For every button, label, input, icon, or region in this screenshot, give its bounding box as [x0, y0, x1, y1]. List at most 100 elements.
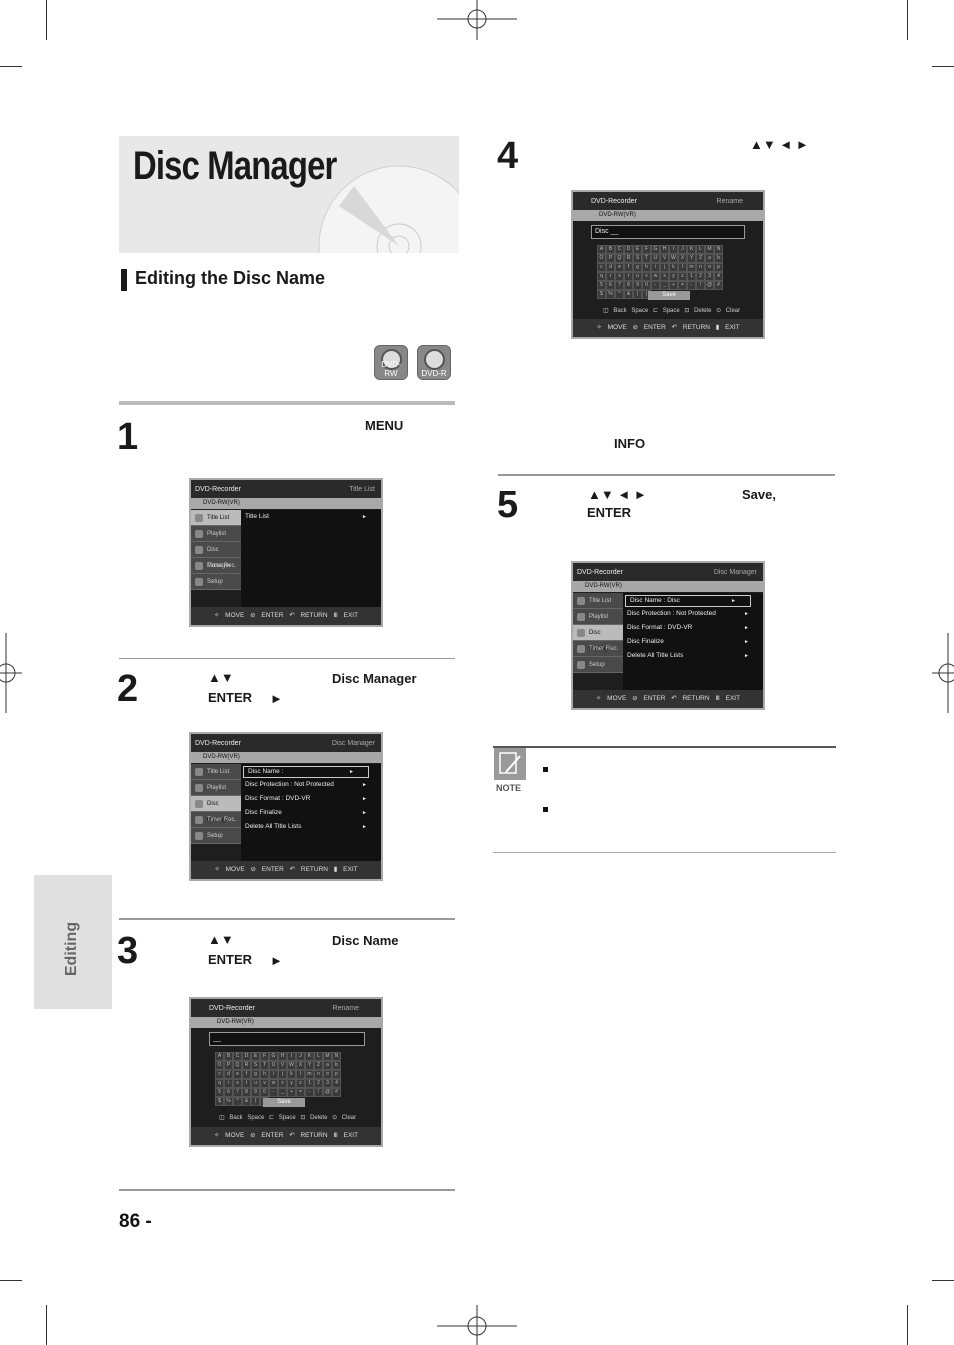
keyboard-key[interactable]: +: [669, 281, 678, 290]
keyboard-key[interactable]: i: [651, 263, 660, 272]
keyboard-key[interactable]: O: [597, 254, 606, 263]
keyboard-key[interactable]: v: [642, 272, 651, 281]
keyboard-key[interactable]: r: [606, 272, 615, 281]
keyboard-key[interactable]: X: [296, 1061, 305, 1070]
keyboard-key[interactable]: M: [323, 1052, 332, 1061]
keyboard-key[interactable]: 0: [260, 1088, 269, 1097]
keyboard-key[interactable]: w: [269, 1079, 278, 1088]
keyboard-key[interactable]: u: [633, 272, 642, 281]
keyboard-key[interactable]: g: [633, 263, 642, 272]
keyboard-key[interactable]: 1: [305, 1079, 314, 1088]
keyboard-key[interactable]: N: [332, 1052, 341, 1061]
keyboard-key[interactable]: G: [269, 1052, 278, 1061]
keyboard-key[interactable]: J: [678, 245, 687, 254]
keyboard-key[interactable]: W: [669, 254, 678, 263]
keyboard-key[interactable]: x: [278, 1079, 287, 1088]
keyboard-key[interactable]: k: [669, 263, 678, 272]
keyboard-key[interactable]: B: [606, 245, 615, 254]
keyboard-key[interactable]: j: [278, 1070, 287, 1079]
keyboard-key[interactable]: e: [233, 1070, 242, 1079]
keyboard-key[interactable]: 8: [624, 281, 633, 290]
keyboard-key[interactable]: E: [633, 245, 642, 254]
keyboard-key[interactable]: 4: [714, 272, 723, 281]
keyboard-key[interactable]: I: [669, 245, 678, 254]
keyboard-key[interactable]: +: [287, 1088, 296, 1097]
keyboard-key[interactable]: $: [215, 1097, 224, 1106]
keyboard-key[interactable]: U: [651, 254, 660, 263]
keyboard-key[interactable]: I: [287, 1052, 296, 1061]
keyboard-key[interactable]: V: [660, 254, 669, 263]
keyboard-key[interactable]: p: [332, 1070, 341, 1079]
keyboard-key[interactable]: (: [251, 1097, 260, 1106]
keyboard-key[interactable]: o: [705, 263, 714, 272]
keyboard-key[interactable]: m: [305, 1070, 314, 1079]
keyboard-key[interactable]: N: [714, 245, 723, 254]
keyboard-key[interactable]: #: [714, 281, 723, 290]
keyboard-key[interactable]: A: [597, 245, 606, 254]
keyboard-key[interactable]: n: [696, 263, 705, 272]
keyboard-key[interactable]: 7: [615, 281, 624, 290]
keyboard-key[interactable]: 0: [642, 281, 651, 290]
keyboard-key[interactable]: Y: [687, 254, 696, 263]
keyboard-key[interactable]: n: [314, 1070, 323, 1079]
keyboard-key[interactable]: ^: [233, 1097, 242, 1106]
keyboard-key[interactable]: j: [660, 263, 669, 272]
keyboard-key[interactable]: L: [314, 1052, 323, 1061]
keyboard-key[interactable]: _: [278, 1088, 287, 1097]
keyboard-key[interactable]: -: [651, 281, 660, 290]
keyboard-key[interactable]: f: [242, 1070, 251, 1079]
keyboard-key[interactable]: -: [305, 1088, 314, 1097]
keyboard-key[interactable]: 9: [633, 281, 642, 290]
keyboard-key[interactable]: p: [714, 263, 723, 272]
keyboard-key[interactable]: 9: [251, 1088, 260, 1097]
keyboard-key[interactable]: 5: [215, 1088, 224, 1097]
keyboard-key[interactable]: D: [242, 1052, 251, 1061]
keyboard-key[interactable]: !: [696, 281, 705, 290]
keyboard-key[interactable]: u: [251, 1079, 260, 1088]
keyboard-key[interactable]: 8: [242, 1088, 251, 1097]
keyboard-key[interactable]: q: [597, 272, 606, 281]
keyboard-key[interactable]: 2: [696, 272, 705, 281]
keyboard-key[interactable]: z: [678, 272, 687, 281]
keyboard-key[interactable]: -: [687, 281, 696, 290]
keyboard-key[interactable]: F: [642, 245, 651, 254]
keyboard-key[interactable]: $: [597, 290, 606, 299]
keyboard-key[interactable]: H: [278, 1052, 287, 1061]
keyboard-key[interactable]: d: [606, 263, 615, 272]
keyboard-key[interactable]: T: [260, 1061, 269, 1070]
keyboard-key[interactable]: &: [624, 290, 633, 299]
keyboard-key[interactable]: Z: [696, 254, 705, 263]
keyboard-key[interactable]: X: [678, 254, 687, 263]
keyboard-key[interactable]: !: [314, 1088, 323, 1097]
keyboard-key[interactable]: a: [705, 254, 714, 263]
keyboard-key[interactable]: t: [624, 272, 633, 281]
keyboard-key[interactable]: i: [269, 1070, 278, 1079]
keyboard-key[interactable]: b: [714, 254, 723, 263]
keyboard-key[interactable]: C: [233, 1052, 242, 1061]
keyboard-key[interactable]: m: [687, 263, 696, 272]
keyboard-key[interactable]: W: [287, 1061, 296, 1070]
keyboard-key[interactable]: e: [615, 263, 624, 272]
keyboard-key[interactable]: ^: [615, 290, 624, 299]
keyboard-key[interactable]: t: [242, 1079, 251, 1088]
keyboard-key[interactable]: 7: [233, 1088, 242, 1097]
keyboard-key[interactable]: E: [251, 1052, 260, 1061]
keyboard-key[interactable]: O: [215, 1061, 224, 1070]
keyboard-key[interactable]: S: [633, 254, 642, 263]
keyboard-key[interactable]: T: [642, 254, 651, 263]
keyboard-key[interactable]: #: [332, 1088, 341, 1097]
keyboard-key[interactable]: 3: [705, 272, 714, 281]
keyboard-key[interactable]: Q: [233, 1061, 242, 1070]
keyboard-key[interactable]: w: [651, 272, 660, 281]
keyboard-key[interactable]: J: [296, 1052, 305, 1061]
keyboard-key[interactable]: y: [669, 272, 678, 281]
keyboard-key[interactable]: M: [705, 245, 714, 254]
keyboard-key[interactable]: z: [296, 1079, 305, 1088]
keyboard-key[interactable]: c: [597, 263, 606, 272]
keyboard-key[interactable]: h: [260, 1070, 269, 1079]
keyboard-key[interactable]: A: [215, 1052, 224, 1061]
keyboard-key[interactable]: =: [296, 1088, 305, 1097]
keyboard-key[interactable]: x: [660, 272, 669, 281]
keyboard-key[interactable]: l: [678, 263, 687, 272]
keyboard-key[interactable]: G: [651, 245, 660, 254]
